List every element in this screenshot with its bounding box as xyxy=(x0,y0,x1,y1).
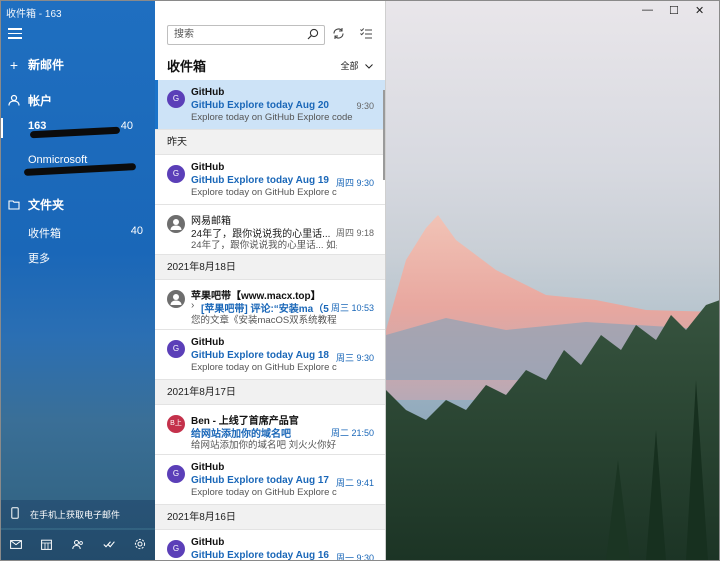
get-mobile-label: 在手机上获取电子邮件 xyxy=(30,509,121,520)
account-unread-count: 40 xyxy=(120,120,133,132)
message-preview: 您的文章《安装macOS双系统教程 xyxy=(191,315,337,326)
account-name: Onmicrosoft xyxy=(28,154,88,166)
new-mail-label: 新邮件 xyxy=(28,58,65,72)
message-time: 周三 9:30 xyxy=(335,353,374,363)
search-placeholder: 搜索 xyxy=(174,29,194,40)
get-mobile-app-link[interactable]: 在手机上获取电子邮件 xyxy=(0,500,155,528)
avatar: G xyxy=(167,540,185,558)
message-item[interactable]: 网易邮箱 24年了，跟你说说我的心里话... 24年了，跟你说说我的心里话...… xyxy=(155,205,385,255)
folders-header[interactable]: 文件夹 xyxy=(0,196,155,213)
message-subject: GitHub Explore today Aug 20 xyxy=(191,100,329,111)
message-sender: GitHub xyxy=(191,462,225,473)
message-preview: 24年了，跟你说说我的心里话... 如果 xyxy=(191,240,337,251)
message-sender: GitHub xyxy=(191,87,225,98)
date-group-header: 2021年8月18日 xyxy=(155,255,385,280)
message-time: 9:30 xyxy=(356,101,374,111)
message-preview: Explore today on GitHub Explore c xyxy=(191,187,337,198)
selected-indicator xyxy=(0,118,3,138)
message-sender: GitHub xyxy=(191,337,225,348)
folder-title: 收件箱 xyxy=(167,59,207,74)
message-item[interactable]: 苹果吧带【www.macx.top】 › [苹果吧带] 评论:“安装ma（5） … xyxy=(155,280,385,330)
reply-arrow-icon: › xyxy=(191,300,195,311)
message-item[interactable]: G GitHub GitHub Explore today Aug 19 Exp… xyxy=(155,155,385,205)
folder-name: 收件箱 xyxy=(28,228,61,240)
message-item[interactable]: B上 Ben - 上线了首席产品官 给网站添加你的域名吧 给网站添加你的域名吧 … xyxy=(155,405,385,455)
folders-label: 文件夹 xyxy=(28,198,65,212)
message-subject: GitHub Explore today Aug 16 xyxy=(191,550,329,561)
message-list-pane: 搜索 收件箱 全部 G GitHub GitHub Explore today … xyxy=(155,0,386,561)
search-icon[interactable] xyxy=(307,27,319,45)
phone-icon xyxy=(0,506,30,522)
folder-name: 更多 xyxy=(28,253,50,265)
date-group-header: 2021年8月17日 xyxy=(155,380,385,405)
message-subject: GitHub Explore today Aug 18 xyxy=(191,350,329,361)
message-time: 周二 21:50 xyxy=(330,428,374,438)
message-sender: GitHub xyxy=(191,162,225,173)
hamburger-menu-icon[interactable] xyxy=(8,28,22,40)
message-preview: Explore today on GitHub Explore code xyxy=(191,112,353,123)
date-group-header: 2021年8月16日 xyxy=(155,505,385,530)
todo-icon[interactable] xyxy=(99,539,119,552)
reading-pane-background: — ☐ ✕ xyxy=(386,0,720,561)
avatar: G xyxy=(167,465,185,483)
person-icon xyxy=(0,93,28,109)
maximize-icon[interactable]: ☐ xyxy=(669,4,679,17)
message-time: 周一 9:30 xyxy=(335,553,374,561)
folder-unread-count: 40 xyxy=(130,225,143,237)
avatar: G xyxy=(167,165,185,183)
message-time: 周四 9:18 xyxy=(335,228,374,238)
message-subject: GitHub Explore today Aug 19 xyxy=(191,175,329,186)
message-preview: 给网站添加你的域名吧 刘火火你好, xyxy=(191,440,337,451)
minimize-icon[interactable]: — xyxy=(642,4,653,16)
accounts-header[interactable]: 帐户 xyxy=(0,92,155,109)
avatar: G xyxy=(167,340,185,358)
message-item[interactable]: G GitHub GitHub Explore today Aug 16 周一 … xyxy=(155,530,385,561)
filter-label: 全部 xyxy=(340,61,359,71)
person-avatar-icon xyxy=(167,290,185,308)
accounts-label: 帐户 xyxy=(28,94,53,108)
message-item[interactable]: G GitHub GitHub Explore today Aug 17 Exp… xyxy=(155,455,385,505)
message-sender: GitHub xyxy=(191,537,225,548)
message-item[interactable]: G GitHub GitHub Explore today Aug 18 Exp… xyxy=(155,330,385,380)
message-preview: Explore today on GitHub Explore c xyxy=(191,487,337,498)
message-time: 周二 9:41 xyxy=(335,478,374,488)
sync-icon[interactable] xyxy=(332,27,345,43)
search-input[interactable]: 搜索 xyxy=(167,25,325,45)
window-title: 收件箱 - 163 xyxy=(6,9,62,20)
date-group-header: 昨天 xyxy=(155,130,385,155)
selection-mode-icon[interactable] xyxy=(360,27,373,43)
avatar: B上 xyxy=(167,415,185,433)
close-icon[interactable]: ✕ xyxy=(695,4,704,17)
message-item[interactable]: G GitHub GitHub Explore today Aug 20 Exp… xyxy=(155,80,385,130)
settings-gear-icon[interactable] xyxy=(130,538,150,553)
message-preview: Explore today on GitHub Explore c xyxy=(191,362,337,373)
message-subject: GitHub Explore today Aug 17 xyxy=(191,475,329,486)
chevron-down-icon xyxy=(365,61,373,71)
folder-icon xyxy=(0,197,28,213)
scrollbar[interactable] xyxy=(383,90,385,180)
message-time: 周三 10:53 xyxy=(330,303,374,313)
navigation-pane: 收件箱 - 163 + 新邮件 帐户 163 40 Onmicrosoft 文件… xyxy=(0,0,155,561)
message-time: 周四 9:30 xyxy=(335,178,374,188)
calendar-icon[interactable] xyxy=(37,539,57,553)
mail-icon[interactable] xyxy=(6,539,26,552)
person-avatar-icon xyxy=(167,215,185,233)
people-icon[interactable] xyxy=(68,539,88,553)
filter-dropdown[interactable]: 全部 xyxy=(340,59,373,72)
bottom-toolbar xyxy=(0,530,155,561)
mountain-landscape-image xyxy=(386,215,720,561)
plus-icon: + xyxy=(9,56,19,73)
new-mail-button[interactable]: + 新邮件 xyxy=(0,56,155,73)
avatar: G xyxy=(167,90,185,108)
